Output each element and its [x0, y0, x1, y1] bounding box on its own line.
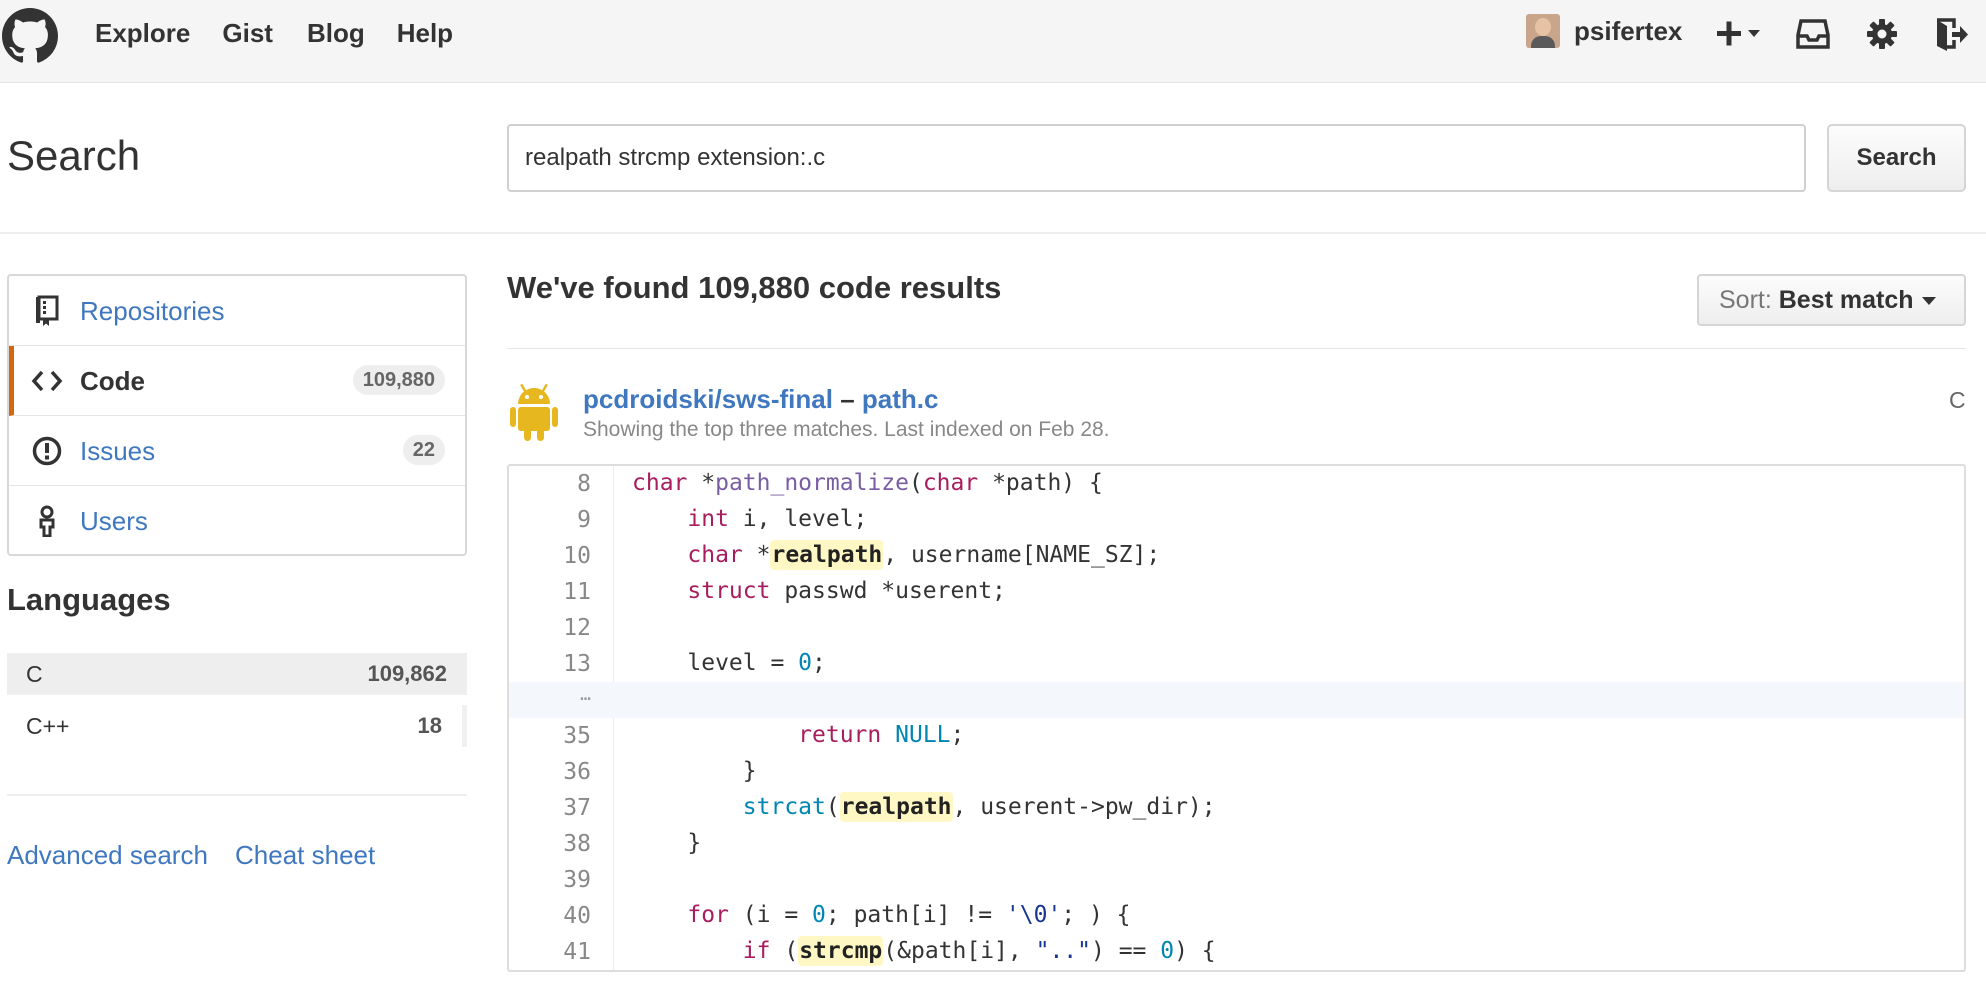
line-number[interactable]: 41: [509, 939, 591, 965]
code-text: char *path_normalize(char *path) {: [632, 470, 1103, 496]
divider: [7, 794, 467, 796]
user-profile-link[interactable]: psifertex: [1526, 14, 1682, 48]
menu-label-repositories: Repositories: [80, 296, 225, 326]
caret-down-icon: [1921, 297, 1936, 306]
line-number[interactable]: 36: [509, 759, 591, 785]
avatar: [1526, 14, 1560, 48]
code-line: 37 strcat(realpath, userent->pw_dir);: [509, 790, 1964, 826]
line-number[interactable]: 8: [509, 471, 591, 497]
languages-heading: Languages: [7, 582, 171, 617]
page-title: Search: [7, 132, 141, 179]
line-number[interactable]: 11: [509, 579, 591, 605]
code-text: return NULL;: [798, 722, 965, 748]
code-line: 13 level = 0;: [509, 646, 1964, 682]
repo-icon: [36, 295, 59, 326]
search-type-menu: Repositories Code 109,880 Issues 22 User…: [7, 274, 467, 556]
code-snippet: 8 char *path_normalize(char *path) { 9 i…: [507, 464, 1966, 972]
line-number[interactable]: 35: [509, 723, 591, 749]
nav-help[interactable]: Help: [397, 18, 453, 49]
code-gap-row: …: [509, 682, 1964, 718]
line-number[interactable]: 12: [509, 615, 591, 641]
top-navigation-bar: Explore Gist Blog Help psifertex: [0, 0, 1986, 83]
search-button[interactable]: Search: [1827, 124, 1966, 192]
code-line: 39: [509, 862, 1964, 898]
menu-item-issues[interactable]: Issues 22: [9, 416, 465, 486]
menu-item-users[interactable]: Users: [9, 486, 465, 556]
line-number[interactable]: 10: [509, 543, 591, 569]
divider: [507, 348, 1966, 349]
code-line: 41 if (strcmp(&path[i], "..") == 0) {: [509, 934, 1964, 970]
code-line: 36 }: [509, 754, 1964, 790]
code-line: 38 }: [509, 826, 1964, 862]
inbox-icon[interactable]: [1796, 18, 1830, 50]
language-filter-cpp[interactable]: C++ 18: [7, 705, 467, 747]
menu-item-code[interactable]: Code 109,880: [9, 346, 465, 416]
advanced-search-link[interactable]: Advanced search: [7, 840, 208, 871]
code-text: int i, level;: [687, 506, 868, 532]
line-number[interactable]: 39: [509, 867, 591, 893]
cheat-sheet-link[interactable]: Cheat sheet: [235, 840, 375, 871]
sort-value: Best match: [1778, 286, 1914, 314]
issues-count-badge: 22: [402, 435, 445, 465]
code-line: 10 char *realpath, username[NAME_SZ];: [509, 538, 1964, 574]
sort-label: Sort:: [1719, 286, 1772, 314]
result-repo-link[interactable]: pcdroidski/sws-final: [583, 384, 833, 414]
issue-icon: [32, 436, 62, 466]
line-number[interactable]: 40: [509, 903, 591, 929]
code-line: 35 return NULL;: [509, 718, 1964, 754]
menu-item-repositories[interactable]: Repositories: [9, 276, 465, 346]
nav-gist[interactable]: Gist: [222, 18, 273, 49]
username: psifertex: [1574, 15, 1683, 46]
result-meta: Showing the top three matches. Last inde…: [583, 418, 1110, 441]
language-count: 18: [417, 713, 442, 738]
line-number[interactable]: 9: [509, 507, 591, 533]
menu-label-users: Users: [80, 506, 148, 536]
menu-label-code: Code: [80, 366, 145, 396]
code-text: }: [632, 758, 757, 784]
language-count: 109,862: [367, 661, 447, 686]
result-file-link[interactable]: path.c: [862, 384, 939, 414]
result-separator: –: [840, 384, 855, 414]
search-input[interactable]: [507, 124, 1806, 192]
github-logo-icon[interactable]: [2, 8, 58, 64]
language-filter-c[interactable]: C 109,862: [7, 653, 467, 695]
code-line: 12: [509, 610, 1964, 646]
code-text: for (i = 0; path[i] != '\0'; ) {: [687, 902, 1131, 928]
code-line: 9 int i, level;: [509, 502, 1964, 538]
main-nav: Explore Gist Blog Help: [95, 18, 485, 49]
language-name: C++: [26, 713, 70, 739]
code-text: char *realpath, username[NAME_SZ];: [687, 540, 1161, 570]
result-language: C: [1949, 387, 1966, 413]
settings-gear-icon[interactable]: [1866, 18, 1898, 50]
menu-label-issues: Issues: [80, 436, 156, 466]
code-text: struct passwd *userent;: [687, 578, 1006, 604]
sort-dropdown[interactable]: Sort: Best match: [1697, 274, 1966, 326]
create-new-plus-icon[interactable]: [1716, 18, 1764, 50]
divider: [0, 232, 1986, 234]
sign-out-icon[interactable]: [1934, 18, 1968, 52]
code-line: 40 for (i = 0; path[i] != '\0'; ) {: [509, 898, 1964, 934]
language-name: C: [26, 661, 43, 687]
nav-blog[interactable]: Blog: [307, 18, 365, 49]
results-count-heading: We've found 109,880 code results: [507, 270, 1002, 305]
code-count-badge: 109,880: [352, 365, 445, 395]
line-number[interactable]: 37: [509, 795, 591, 821]
result-title: pcdroidski/sws-final – path.c: [583, 384, 938, 415]
code-text: strcat(realpath, userent->pw_dir);: [742, 792, 1216, 822]
code-line: 11 struct passwd *userent;: [509, 574, 1964, 610]
code-line: 8 char *path_normalize(char *path) {: [509, 466, 1964, 502]
code-text: if (strcmp(&path[i], "..") == 0) {: [742, 936, 1216, 966]
android-avatar-icon[interactable]: [508, 380, 560, 442]
line-number[interactable]: 38: [509, 831, 591, 857]
ellipsis-icon: …: [580, 684, 591, 705]
code-text: level = 0;: [632, 650, 826, 676]
line-number[interactable]: 13: [509, 651, 591, 677]
person-icon: [39, 505, 55, 537]
code-text: }: [632, 830, 702, 856]
nav-explore[interactable]: Explore: [95, 18, 190, 49]
code-icon: [31, 370, 63, 392]
